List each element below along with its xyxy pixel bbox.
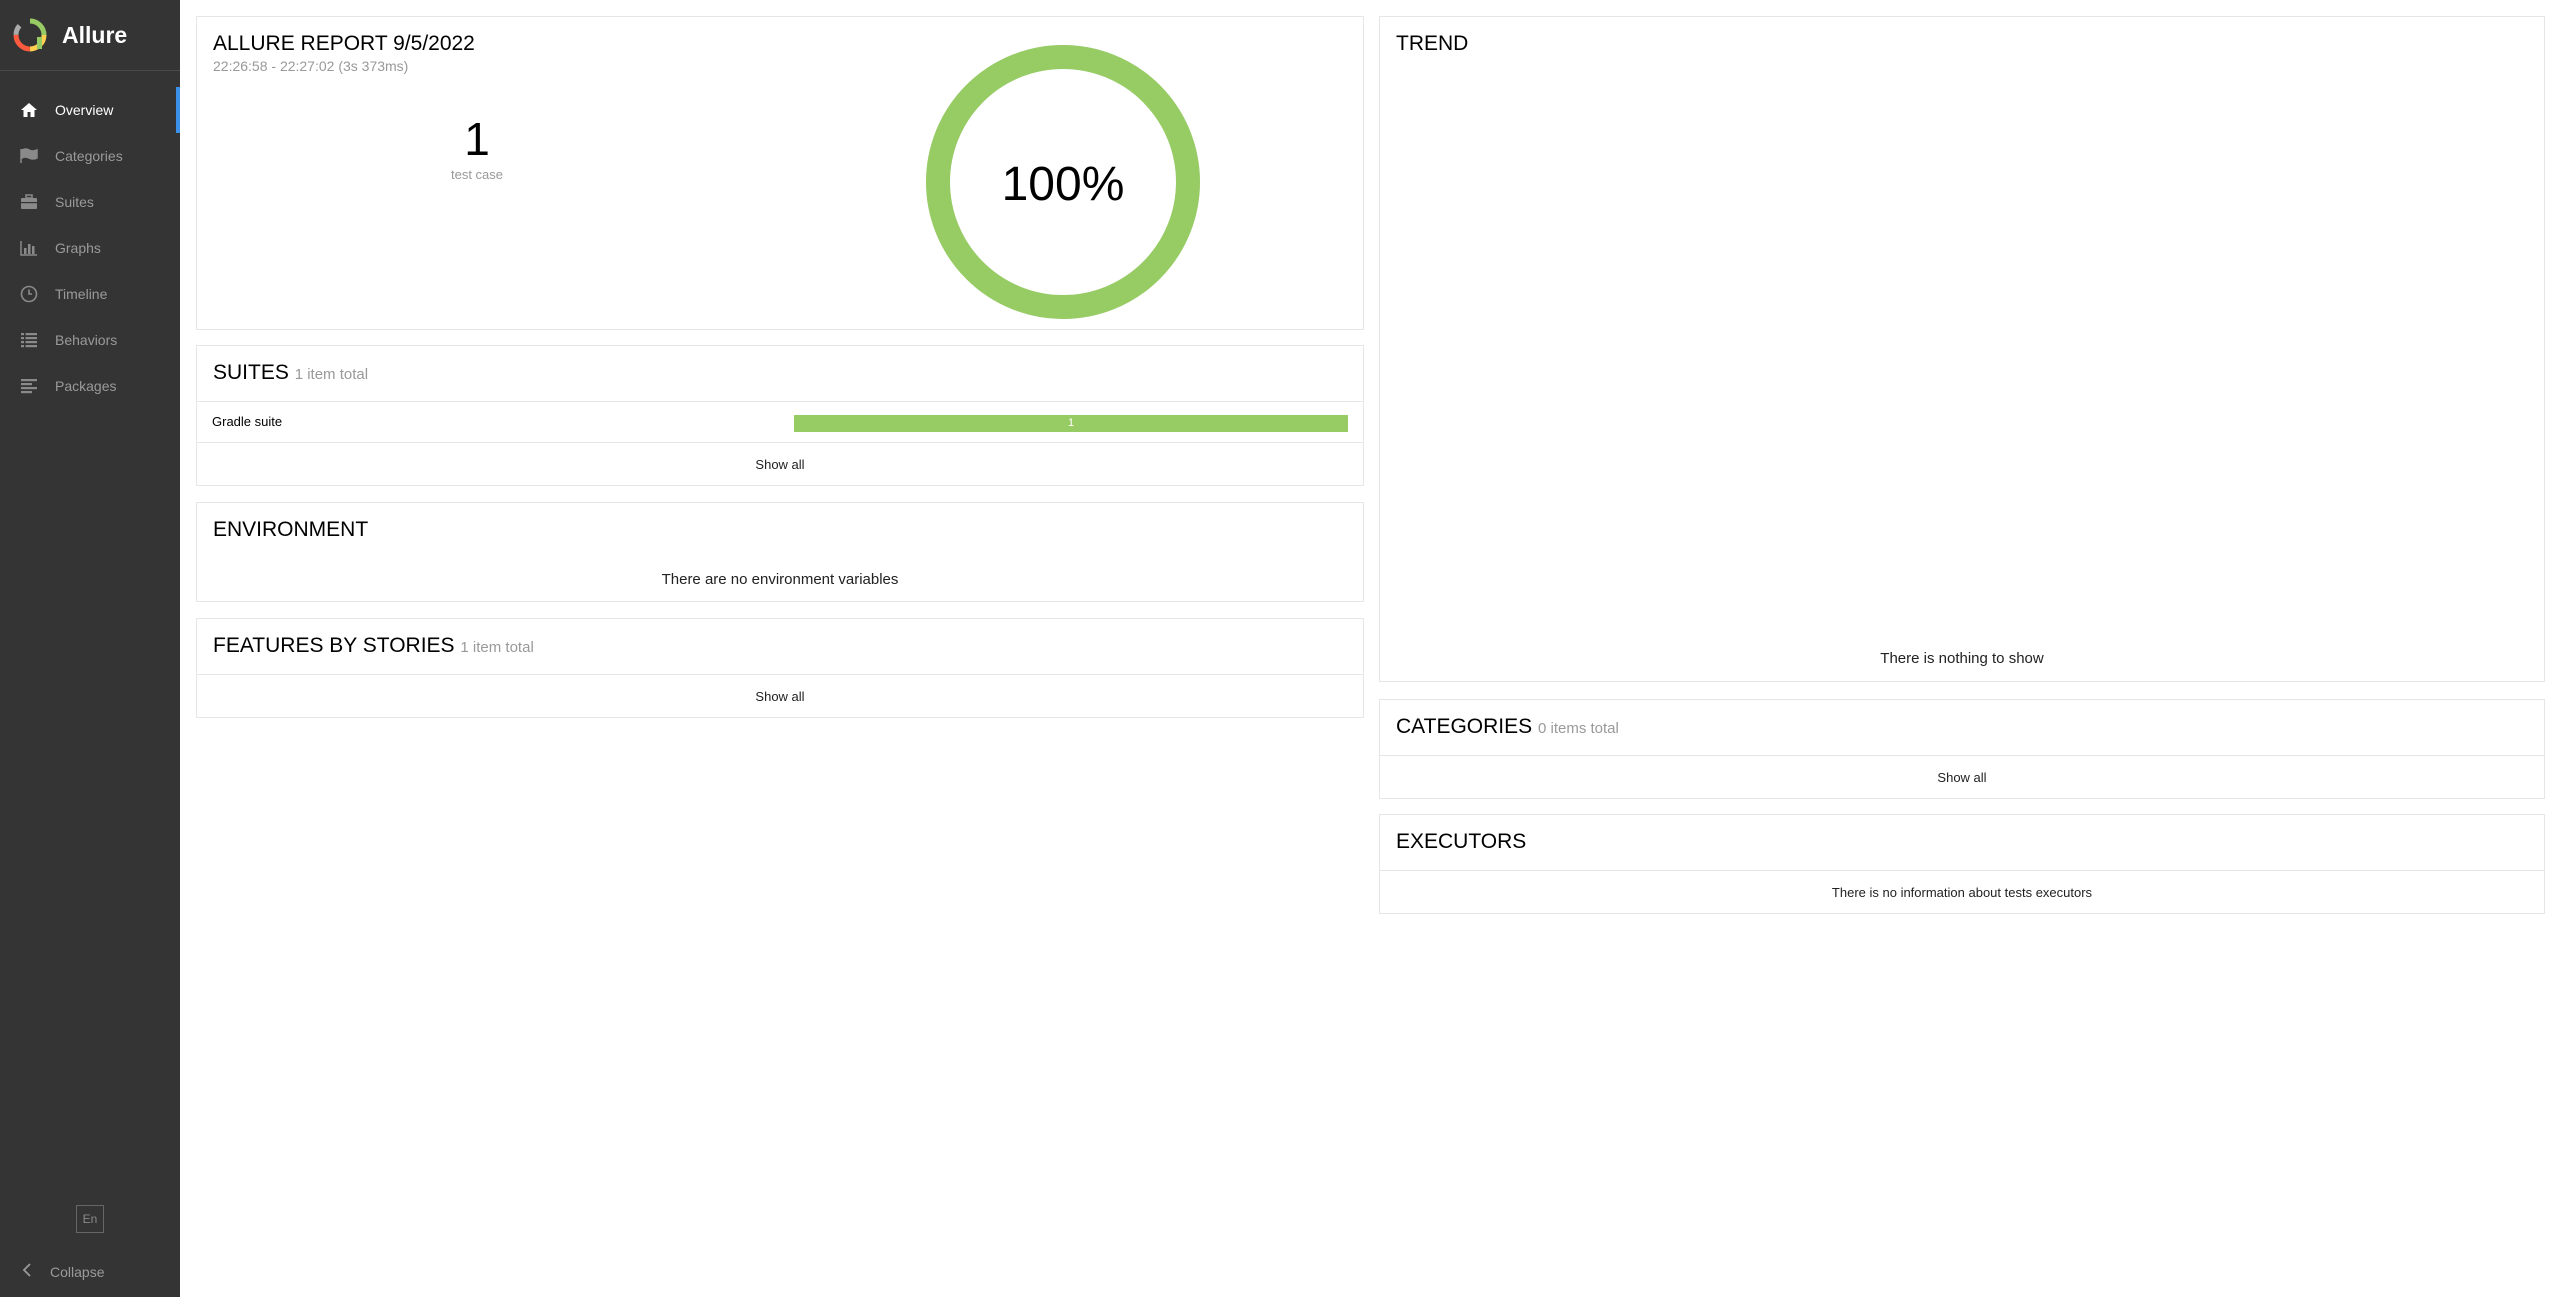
environment-widget: ENVIRONMENT There are no environment var… [196,502,1364,602]
sidebar-item-graphs[interactable]: Graphs [0,225,180,271]
suites-header: SUITES 1 item total [197,346,1363,401]
features-title: FEATURES BY STORIES [213,634,455,657]
sidebar-item-categories[interactable]: Categories [0,133,180,179]
suite-status-bar[interactable]: 1 [794,415,1348,432]
sidebar-item-label: Graphs [55,240,101,256]
sidebar-item-label: Behaviors [55,332,118,348]
categories-show-all-link[interactable]: Show all [1380,755,2544,798]
brand-name: Allure [62,21,128,48]
flag-icon [19,147,39,165]
home-icon [19,101,39,119]
suites-widget: SUITES 1 item total Gradle suite 1 Show … [196,345,1364,486]
sidebar-item-label: Overview [55,102,114,118]
report-time: 22:26:58 - 22:27:02 (3s 373ms) [213,58,409,74]
trend-widget: TREND There is nothing to show [1379,16,2545,682]
executors-title: EXECUTORS [1396,830,1527,853]
clock-icon [19,285,39,303]
suites-show-all-link[interactable]: Show all [197,442,1363,485]
categories-title: CATEGORIES [1396,715,1533,738]
language-selector[interactable]: En [76,1205,104,1233]
trend-empty-message: There is nothing to show [1880,650,2044,667]
report-title: ALLURE REPORT 9/5/2022 [213,32,475,55]
sidebar-item-label: Timeline [55,286,108,302]
sidebar-item-packages[interactable]: Packages [0,363,180,409]
sidebar-item-behaviors[interactable]: Behaviors [0,317,180,363]
categories-header: CATEGORIES 0 items total [1380,700,2544,755]
environment-empty-message: There are no environment variables [661,571,899,588]
suites-count: 1 item total [294,366,369,383]
features-widget: FEATURES BY STORIES 1 item total Show al… [196,618,1364,718]
test-case-label: test case [450,167,504,182]
allure-logo-icon [13,18,47,52]
suites-title: SUITES [213,361,289,384]
environment-title: ENVIRONMENT [213,518,369,541]
sidebar-item-label: Suites [55,194,94,210]
pass-rate-donut: 100% [926,45,1200,319]
collapse-button[interactable]: Collapse [0,1247,180,1297]
align-left-icon [19,377,39,395]
categories-widget: CATEGORIES 0 items total Show all [1379,699,2545,799]
table-row[interactable]: Gradle suite 1 [197,401,1363,442]
features-count: 1 item total [460,639,534,656]
brand[interactable]: Allure [0,0,180,71]
features-show-all-link[interactable]: Show all [197,674,1363,717]
trend-title: TREND [1396,32,1469,55]
test-case-count: 1 [464,113,490,165]
collapse-label: Collapse [50,1264,105,1280]
sidebar-item-overview[interactable]: Overview [0,87,180,133]
sidebar-footer: En Collapse [0,1205,180,1297]
briefcase-icon [19,193,39,211]
pass-rate-percent: 100% [1002,158,1125,211]
suite-name: Gradle suite [212,414,283,429]
executors-empty-message: There is no information about tests exec… [1380,870,2544,913]
sidebar-nav: Overview Categories Suites Graphs Timeli… [0,87,180,409]
bar-chart-icon [19,239,39,257]
executors-widget: EXECUTORS There is no information about … [1379,814,2545,914]
list-icon [19,331,39,349]
sidebar: Allure Overview Categories Suites Graphs [0,0,180,1297]
categories-count: 0 items total [1537,720,1619,737]
features-header: FEATURES BY STORIES 1 item total [197,619,1363,674]
sidebar-item-label: Categories [55,148,123,164]
chevron-left-icon [22,1262,32,1282]
summary-widget: ALLURE REPORT 9/5/2022 22:26:58 - 22:27:… [196,16,1364,330]
sidebar-item-label: Packages [55,378,117,394]
sidebar-item-suites[interactable]: Suites [0,179,180,225]
sidebar-item-timeline[interactable]: Timeline [0,271,180,317]
